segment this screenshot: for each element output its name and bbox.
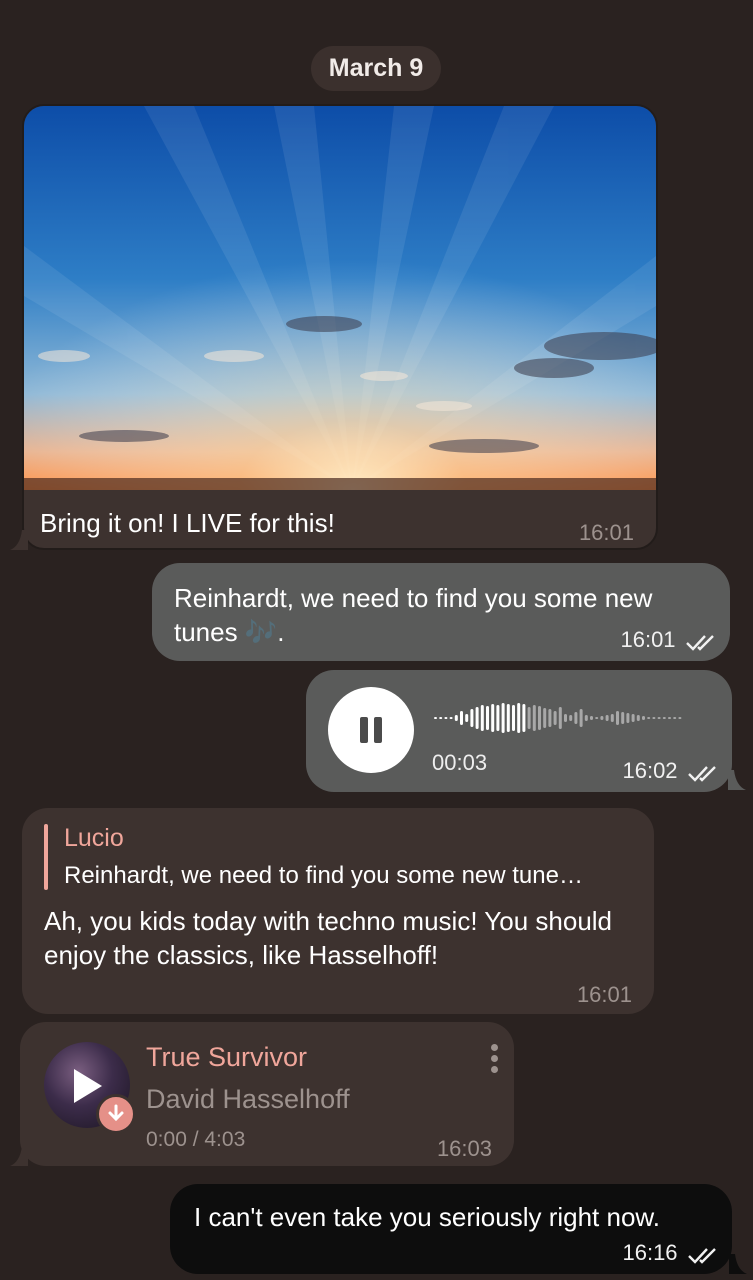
- waveform-bar: [657, 717, 661, 719]
- waveform-bar: [553, 711, 557, 725]
- waveform-bar: [569, 715, 573, 721]
- waveform-bar: [434, 717, 437, 719]
- reply-indicator: [44, 824, 48, 890]
- waveform-bar: [517, 703, 521, 733]
- waveform-bar: [642, 716, 645, 720]
- waveform-bar: [449, 717, 453, 719]
- message-time: 16:16: [622, 1240, 678, 1265]
- song-progress: 0:00 / 4:03: [146, 1128, 246, 1151]
- waveform-bar: [527, 707, 531, 729]
- outgoing-message[interactable]: Reinhardt, we need to find you some new …: [152, 563, 730, 661]
- message-time: 16:03: [436, 1136, 492, 1161]
- more-vert-icon[interactable]: [488, 1044, 500, 1078]
- double-check-icon: [688, 765, 716, 782]
- waveform-bar: [486, 706, 489, 730]
- waveform-bar: [636, 715, 640, 721]
- waveform-bar: [501, 703, 505, 733]
- waveform-bar: [668, 717, 671, 719]
- waveform-bar: [444, 717, 448, 719]
- sunset-photo[interactable]: [24, 106, 656, 490]
- waveform-bar: [558, 707, 562, 729]
- waveform[interactable]: [434, 700, 684, 736]
- waveform-bar: [610, 714, 614, 722]
- waveform-bar: [454, 715, 458, 721]
- waveform-bar: [491, 704, 495, 732]
- message-meta: 16:16: [622, 1240, 720, 1266]
- chat-view: March 9 Bring it on! I LIVE for this! 16…: [0, 0, 753, 1280]
- bubble-tail: [10, 1146, 28, 1166]
- song-artist: David Hasselhoff: [146, 1084, 350, 1114]
- reply-message[interactable]: Lucio Reinhardt, we need to find you som…: [22, 808, 654, 1014]
- double-check-icon: [686, 634, 714, 651]
- voice-duration: 00:03: [432, 750, 488, 775]
- waveform-bar: [584, 715, 588, 721]
- waveform-bar: [512, 705, 515, 731]
- waveform-bar: [621, 712, 625, 724]
- waveform-bar: [605, 715, 609, 721]
- waveform-bar: [626, 713, 630, 723]
- waveform-bar: [496, 705, 500, 731]
- pause-button[interactable]: [328, 687, 414, 773]
- audio-message[interactable]: True Survivor David Hasselhoff 0:00 / 4:…: [20, 1022, 514, 1166]
- waveform-bar: [538, 706, 541, 730]
- photo-message[interactable]: Bring it on! I LIVE for this! 16:01: [22, 104, 658, 550]
- waveform-bar: [616, 711, 619, 725]
- waveform-bar: [465, 714, 469, 722]
- bubble-tail: [10, 530, 28, 550]
- song-title: True Survivor: [146, 1042, 308, 1072]
- waveform-bar: [600, 716, 604, 720]
- bubble-tail: [729, 1254, 747, 1274]
- bubble-tail: [728, 770, 746, 790]
- pause-icon: [360, 717, 368, 743]
- waveform-bar: [480, 705, 484, 731]
- waveform-bar: [460, 711, 463, 725]
- message-meta: 16:01: [620, 627, 718, 653]
- outgoing-message[interactable]: I can't even take you seriously right no…: [170, 1184, 732, 1274]
- double-check-icon: [688, 1247, 716, 1264]
- play-icon: [74, 1069, 102, 1103]
- waveform-bar: [548, 709, 552, 727]
- waveform-bar: [673, 717, 677, 719]
- waveform-bar: [574, 712, 578, 724]
- waveform-bar: [564, 714, 567, 722]
- waveform-bar: [595, 717, 599, 719]
- voice-message[interactable]: 00:03 16:02: [306, 670, 732, 792]
- waveform-bar: [439, 717, 443, 719]
- message-text: Bring it on! I LIVE for this!: [40, 508, 335, 538]
- message-text: I can't even take you seriously right no…: [194, 1202, 660, 1232]
- waveform-bar: [631, 714, 635, 722]
- message-time: 16:02: [622, 758, 678, 783]
- waveform-bar: [662, 717, 666, 719]
- reply-author[interactable]: Lucio: [64, 824, 124, 853]
- message-text: Ah, you kids today with techno music! Yo…: [44, 906, 613, 970]
- waveform-bar: [532, 705, 536, 731]
- reply-quote[interactable]: Reinhardt, we need to find you some new …: [64, 862, 644, 890]
- message-time: 16:01: [620, 627, 676, 652]
- date-separator: March 9: [311, 46, 441, 91]
- waveform-bar: [475, 707, 479, 729]
- waveform-bar: [652, 717, 656, 719]
- waveform-bar: [647, 717, 651, 719]
- message-meta: 16:02: [622, 758, 720, 784]
- waveform-bar: [579, 709, 583, 727]
- waveform-bar: [590, 716, 593, 720]
- message-time: 16:01: [578, 520, 634, 545]
- waveform-bar: [470, 709, 474, 727]
- download-icon: [108, 1104, 124, 1122]
- download-button[interactable]: [96, 1094, 136, 1134]
- waveform-bar: [522, 704, 526, 732]
- message-time: 16:01: [576, 982, 632, 1007]
- waveform-bar: [543, 708, 547, 728]
- waveform-bar: [678, 717, 682, 719]
- waveform-bar: [506, 704, 510, 732]
